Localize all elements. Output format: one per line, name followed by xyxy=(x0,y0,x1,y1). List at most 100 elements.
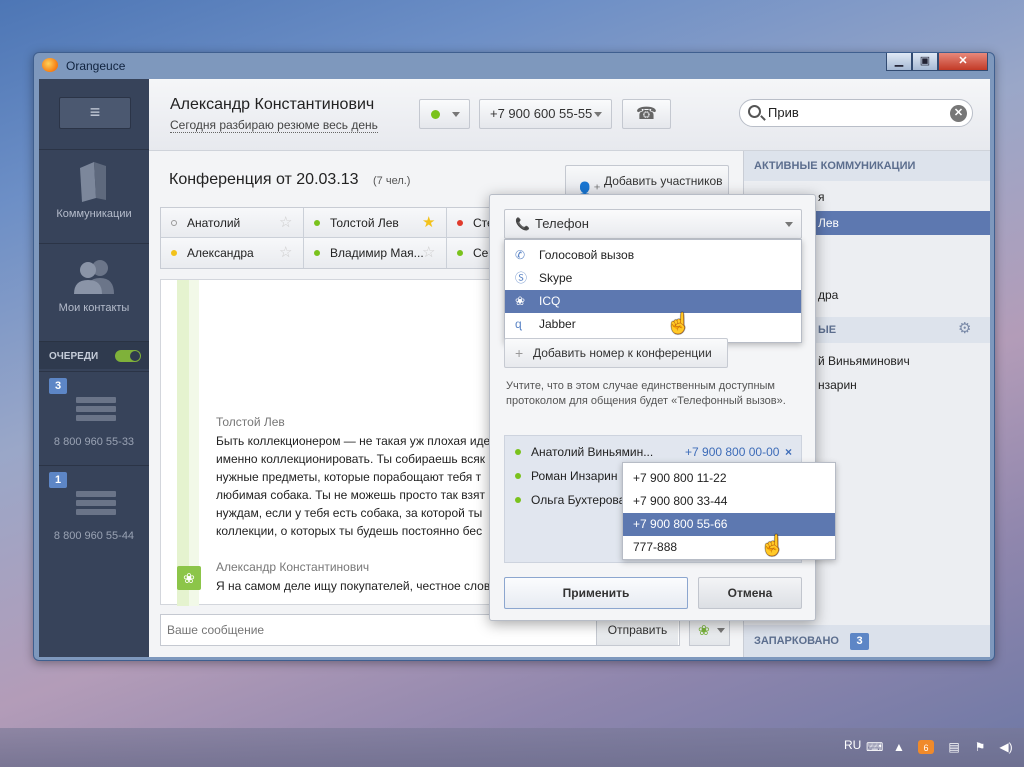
contacts-icon xyxy=(74,260,114,294)
telephone-icon: ☎ xyxy=(635,104,658,123)
message-author: Толстой Лев xyxy=(216,415,285,429)
presence-dropdown[interactable] xyxy=(419,99,470,129)
participant-cell[interactable]: Александра ☆ xyxy=(161,238,304,268)
number-row: Анатолий Виньямин... +7 900 800 00-00 × xyxy=(505,440,801,464)
header: Александр Константинович Сегодня разбира… xyxy=(149,79,990,151)
number-option[interactable]: 777-888 xyxy=(623,536,835,559)
call-button[interactable]: ☎ xyxy=(622,99,671,129)
star-icon[interactable]: ☆ xyxy=(279,238,292,268)
maximize-icon[interactable]: ▣ xyxy=(912,53,938,71)
add-participants-label: Добавить участников xyxy=(604,174,723,188)
phone-dropdown[interactable]: +7 900 600 55-55 xyxy=(479,99,612,129)
protocol-select[interactable]: 📞 Телефон xyxy=(504,209,802,239)
minimize-icon[interactable]: ▁ xyxy=(886,53,912,71)
add-number-label: Добавить номер к конференции xyxy=(533,346,712,360)
option-label: Jabber xyxy=(539,317,576,331)
chat-stripe xyxy=(189,280,199,606)
status-dot-icon xyxy=(314,220,320,226)
number-picker[interactable]: +7 900 800 00-00 xyxy=(685,442,780,463)
add-participants-button[interactable]: 👤⁺ Добавить участников xyxy=(565,165,729,197)
participant-name: Толстой Лев xyxy=(330,216,399,230)
chevron-up-icon[interactable]: ▲ xyxy=(891,740,907,754)
gear-icon[interactable]: ⚙ xyxy=(958,319,971,337)
keyboard-icon[interactable]: ⌨ xyxy=(866,740,883,754)
queues-label: ОЧЕРЕДИ xyxy=(49,351,99,362)
menu-icon[interactable]: ≡ xyxy=(59,97,131,129)
message-author: Александр Константинович xyxy=(216,560,370,574)
cancel-button[interactable]: Отмена xyxy=(698,577,802,609)
phone-number: +7 900 600 55-55 xyxy=(490,106,593,121)
jabber-icon: ɋ xyxy=(515,317,522,331)
clear-icon[interactable]: ✕ xyxy=(950,105,967,122)
participant-cell[interactable]: Толстой Лев ★ xyxy=(304,208,447,238)
star-icon[interactable]: ☆ xyxy=(279,208,292,238)
status-dot-icon xyxy=(515,449,521,455)
search-input[interactable] xyxy=(768,105,938,120)
participant-count: (7 чел.) xyxy=(373,175,411,187)
parked-section[interactable]: ЗАПАРКОВАНО 3 xyxy=(744,625,990,657)
protocol-option[interactable]: Ⓢ Skype xyxy=(505,267,801,290)
language-indicator[interactable]: RU xyxy=(844,738,861,752)
participant-name: Владимир Мая... xyxy=(330,246,424,260)
remove-icon[interactable]: × xyxy=(785,440,792,464)
protocol-option[interactable]: ɋ Jabber xyxy=(505,313,801,336)
user-name: Александр Константинович xyxy=(170,96,375,113)
status-dot-icon xyxy=(515,497,521,503)
parked-label: ЗАПАРКОВАНО xyxy=(754,635,839,647)
hand-cursor-icon: ☝ xyxy=(760,535,785,557)
option-label: Skype xyxy=(539,271,573,285)
queues-toggle[interactable] xyxy=(115,350,141,362)
search-box: ✕ xyxy=(739,99,973,127)
queues-header: ОЧЕРЕДИ xyxy=(39,341,149,369)
active-communications-header: АКТИВНЫЕ КОММУНИКАЦИИ xyxy=(744,151,990,181)
hand-cursor-icon: ☝ xyxy=(666,313,691,335)
protocol-option[interactable]: ❀ ICQ xyxy=(505,290,801,313)
icq-icon: ❀ xyxy=(515,294,526,308)
add-number-button[interactable]: + Добавить номер к конференции xyxy=(504,338,728,368)
queue-badge: 1 xyxy=(49,472,67,488)
contact-name: Анатолий Виньямин... xyxy=(531,445,654,459)
apply-button[interactable]: Применить xyxy=(504,577,688,609)
option-label: Голосовой вызов xyxy=(539,248,635,262)
protocol-selected: Телефон xyxy=(535,216,589,231)
chevron-down-icon xyxy=(785,222,793,227)
star-icon[interactable]: ☆ xyxy=(422,238,435,268)
chat-stripe xyxy=(177,280,189,606)
sidebar-item-contacts[interactable]: Мои контакты xyxy=(39,243,149,339)
parked-count: 3 xyxy=(850,633,869,650)
sidebar-item-label: Коммуникации xyxy=(56,208,132,220)
protocol-dropdown: ✆ Голосовой вызов Ⓢ Skype ❀ ICQ ɋ Jabber xyxy=(504,239,802,343)
window-title: Orangeuce xyxy=(66,59,126,73)
participant-cell[interactable]: Анатолий ☆ xyxy=(161,208,304,238)
chevron-down-icon xyxy=(717,628,725,633)
book-icon xyxy=(80,162,106,202)
status-dot-icon xyxy=(457,250,463,256)
plus-icon: + xyxy=(515,345,524,361)
sidebar: ≡ Коммуникации Мои контакты ОЧЕРЕДИ 3 8 … xyxy=(39,79,149,657)
user-status[interactable]: Сегодня разбираю резюме весь день xyxy=(170,118,378,133)
title-bar[interactable]: Orangeuce ▁ ▣ ✕ xyxy=(34,53,994,79)
sidebar-item-label: Мои контакты xyxy=(58,302,130,314)
star-icon[interactable]: ★ xyxy=(422,208,435,238)
chevron-down-icon xyxy=(452,112,460,117)
sidebar-item-communications[interactable]: Коммуникации xyxy=(39,149,149,241)
phone-icon: ✆ xyxy=(515,248,526,262)
clipboard-icon[interactable]: ▤ xyxy=(946,740,962,754)
close-icon[interactable]: ✕ xyxy=(938,53,988,71)
number-option[interactable]: +7 900 800 55-66 xyxy=(623,513,835,536)
protocol-option[interactable]: ✆ Голосовой вызов xyxy=(505,244,801,267)
number-option[interactable]: +7 900 800 11-22 xyxy=(623,467,835,490)
participant-cell[interactable]: Владимир Мая... ☆ xyxy=(304,238,447,268)
search-icon xyxy=(748,105,761,118)
status-dot-icon xyxy=(457,220,463,226)
number-dropdown: +7 900 800 11-22 +7 900 800 33-44 +7 900… xyxy=(622,462,836,560)
orangeuce-tray-icon[interactable]: 6 xyxy=(918,740,934,754)
status-dot-icon xyxy=(314,250,320,256)
flag-icon[interactable]: ⚑ xyxy=(972,740,988,754)
window-controls: ▁ ▣ ✕ xyxy=(886,53,990,71)
number-option[interactable]: +7 900 800 33-44 xyxy=(623,490,835,513)
volume-icon[interactable]: ◀) xyxy=(998,740,1014,754)
protocol-note: Учтите, что в этом случае единственным д… xyxy=(506,380,786,407)
queue-item[interactable]: 3 8 800 960 55-33 xyxy=(39,371,149,463)
queue-item[interactable]: 1 8 800 960 55-44 xyxy=(39,465,149,557)
